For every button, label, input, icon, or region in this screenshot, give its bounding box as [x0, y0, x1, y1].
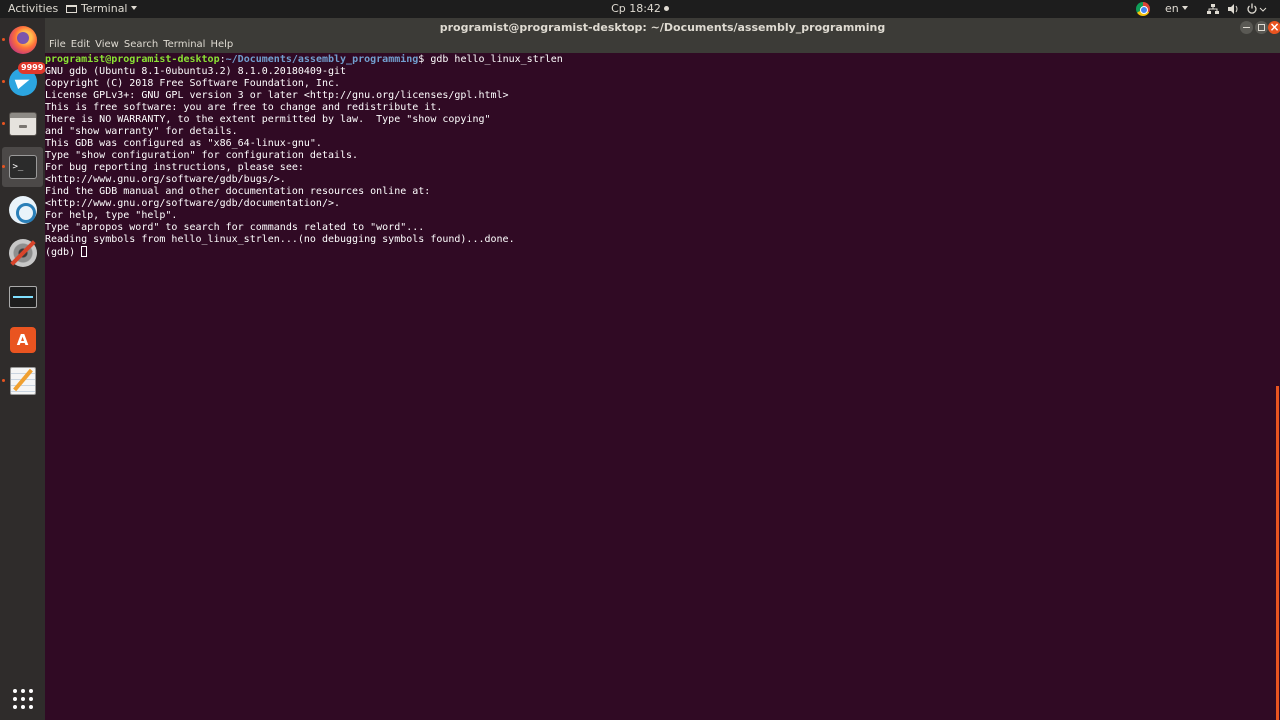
- prompt-end: $: [418, 54, 431, 65]
- running-indicator: [2, 165, 5, 168]
- app-menu-terminal[interactable]: Terminal: [66, 0, 137, 18]
- output-line: For help, type "help".: [45, 210, 178, 221]
- output-line: Copyright (C) 2018 Free Software Foundat…: [45, 78, 341, 89]
- menu-file[interactable]: File: [49, 37, 66, 53]
- menu-view[interactable]: View: [95, 37, 119, 53]
- volume-icon[interactable]: [1227, 0, 1239, 18]
- maximize-button[interactable]: [1255, 21, 1268, 34]
- clock[interactable]: Ср 18:42: [0, 0, 1280, 18]
- settings-gear-icon: [8, 239, 37, 267]
- output-line: and "show warranty" for details.: [45, 126, 238, 137]
- running-indicator: [2, 38, 5, 41]
- dock-software[interactable]: A: [2, 320, 43, 360]
- network-icon[interactable]: [1207, 0, 1219, 18]
- text-cursor: [81, 246, 88, 257]
- minimize-button[interactable]: [1240, 21, 1253, 34]
- prompt-user: programist@programist-desktop: [45, 54, 220, 65]
- dock-system-monitor[interactable]: [2, 277, 43, 317]
- dock-firefox[interactable]: [2, 20, 43, 60]
- scrollbar[interactable]: [1276, 386, 1279, 720]
- show-applications-button[interactable]: [2, 679, 43, 719]
- running-indicator: [2, 122, 5, 125]
- dock-terminal[interactable]: >_: [2, 147, 43, 187]
- dock-settings[interactable]: [2, 233, 43, 273]
- command-text: gdb hello_linux_strlen: [430, 54, 563, 65]
- terminal-icon: >_: [8, 155, 37, 179]
- terminal-text: programist@programist-desktop:~/Document…: [45, 54, 1280, 259]
- terminal-output-area[interactable]: programist@programist-desktop:~/Document…: [45, 53, 1280, 720]
- output-line: This is free software: you are free to c…: [45, 102, 443, 113]
- output-line: Reading symbols from hello_linux_strlen.…: [45, 234, 515, 245]
- menu-terminal[interactable]: Terminal: [163, 37, 205, 53]
- close-button[interactable]: [1268, 18, 1280, 37]
- unread-count-badge: 9999: [18, 62, 47, 74]
- running-indicator: [2, 379, 5, 382]
- output-line: There is NO WARRANTY, to the extent perm…: [45, 114, 491, 125]
- output-line: License GPLv3+: GNU GPL version 3 or lat…: [45, 90, 509, 101]
- output-line: Find the GDB manual and other documentat…: [45, 186, 431, 197]
- gdb-prompt-line[interactable]: (gdb): [45, 246, 1280, 259]
- output-line: Type "show configuration" for configurat…: [45, 150, 359, 161]
- menubar: File Edit View Search Terminal Help: [45, 37, 1280, 53]
- activities-button[interactable]: Activities: [8, 0, 58, 18]
- system-monitor-icon: [8, 286, 37, 308]
- files-icon: [8, 112, 37, 136]
- menu-edit[interactable]: Edit: [71, 37, 90, 53]
- dock-files[interactable]: [2, 104, 43, 144]
- menu-search[interactable]: Search: [124, 37, 158, 53]
- output-line: GNU gdb (Ubuntu 8.1-0ubuntu3.2) 8.1.0.20…: [45, 66, 347, 77]
- running-indicator: [2, 80, 5, 83]
- menu-help[interactable]: Help: [210, 37, 233, 53]
- electron-icon: [8, 196, 37, 224]
- window-title: programist@programist-desktop: ~/Documen…: [439, 21, 886, 34]
- language-label: en: [1165, 2, 1179, 15]
- language-menu[interactable]: en: [1165, 0, 1188, 18]
- dock-text-editor[interactable]: [2, 361, 43, 401]
- output-line: For bug reporting instructions, please s…: [45, 162, 304, 173]
- output-line: This GDB was configured as "x86_64-linux…: [45, 138, 322, 149]
- clock-label: Ср 18:42: [611, 2, 661, 15]
- terminal-window: programist@programist-desktop: ~/Documen…: [45, 18, 1280, 720]
- prompt-path: ~/Documents/assembly_programming: [225, 54, 419, 65]
- command-line: programist@programist-desktop:~/Document…: [45, 54, 1280, 66]
- chevron-down-icon: [130, 6, 137, 10]
- firefox-icon: [8, 26, 37, 54]
- window-icon: [66, 5, 77, 13]
- output-line: <http://www.gnu.org/software/gdb/documen…: [45, 198, 341, 209]
- output-line: <http://www.gnu.org/software/gdb/bugs/>.: [45, 174, 286, 185]
- gdb-prompt: (gdb): [45, 247, 82, 258]
- notification-dot-icon: [663, 6, 669, 11]
- output-line: Type "apropos word" to search for comman…: [45, 222, 425, 233]
- top-panel: Activities Terminal Ср 18:42 en: [0, 0, 1280, 18]
- app-menu-label: Terminal: [81, 2, 128, 15]
- chrome-icon[interactable]: [1136, 2, 1150, 16]
- dock-electron-app[interactable]: [2, 190, 43, 230]
- power-icon[interactable]: [1246, 0, 1268, 18]
- window-titlebar[interactable]: programist@programist-desktop: ~/Documen…: [45, 18, 1280, 37]
- chevron-down-icon: [1181, 6, 1188, 10]
- dock: 9999 >_ A: [0, 18, 47, 720]
- software-center-icon: A: [9, 327, 36, 353]
- apps-grid-icon: [12, 688, 34, 710]
- dock-telegram[interactable]: 9999: [2, 62, 47, 102]
- text-editor-icon: [9, 367, 36, 395]
